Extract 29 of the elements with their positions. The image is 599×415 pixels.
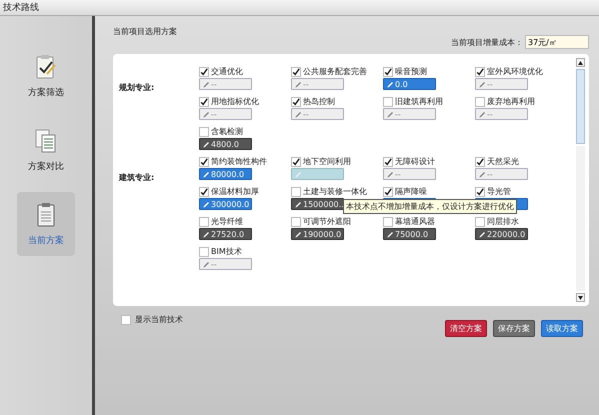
checkbox-label: 交通优化 [211,66,243,77]
checkbox-label: 用地指标优化 [211,96,259,107]
checkbox-label: 光导纤维 [211,216,243,227]
group-label: 规划专业: [119,82,156,94]
checkbox-label: 隔声降噪 [395,186,427,197]
checkbox-label: 保温材料加厚 [211,186,259,197]
checkbox-label: BIM技术 [211,246,242,257]
checkbox-label: 同层排水 [487,216,519,227]
checkbox-label: 可调节外遮阳 [303,216,351,227]
checkbox-label: 地下空间利用 [303,156,351,167]
checkbox-label: 幕墙通风器 [395,216,435,227]
checkbox-label: 室外风环境优化 [487,66,543,77]
checkbox-label: 含氡检测 [211,126,243,137]
checkbox-label: 导光管 [487,186,511,197]
checkbox-label: 公共服务配套完善 [303,66,367,77]
checkbox-label: 简约装饰性构件 [211,156,267,167]
checkbox-label: 噪音预测 [395,66,427,77]
checkbox-label: 天然采光 [487,156,519,167]
checkbox-label: 废弃地再利用 [487,96,535,107]
group-label: 建筑专业: [119,172,156,184]
checkbox-label: 土建与装修一体化 [303,186,367,197]
section-title: 当前项目选用方案 [113,26,178,37]
checkbox-label: 热岛控制 [303,96,335,107]
cost-label: 当前项目增量成本： [451,36,523,48]
window-title: 技术路线 [3,2,39,14]
tooltip: 本技术点不增加增量成本，仅设计方案进行优化 [343,199,517,214]
checkbox-label: 旧建筑再利用 [395,96,443,107]
checkbox-label: 显示当前技术 [135,314,183,325]
checkbox-label: 无障碍设计 [395,156,435,167]
